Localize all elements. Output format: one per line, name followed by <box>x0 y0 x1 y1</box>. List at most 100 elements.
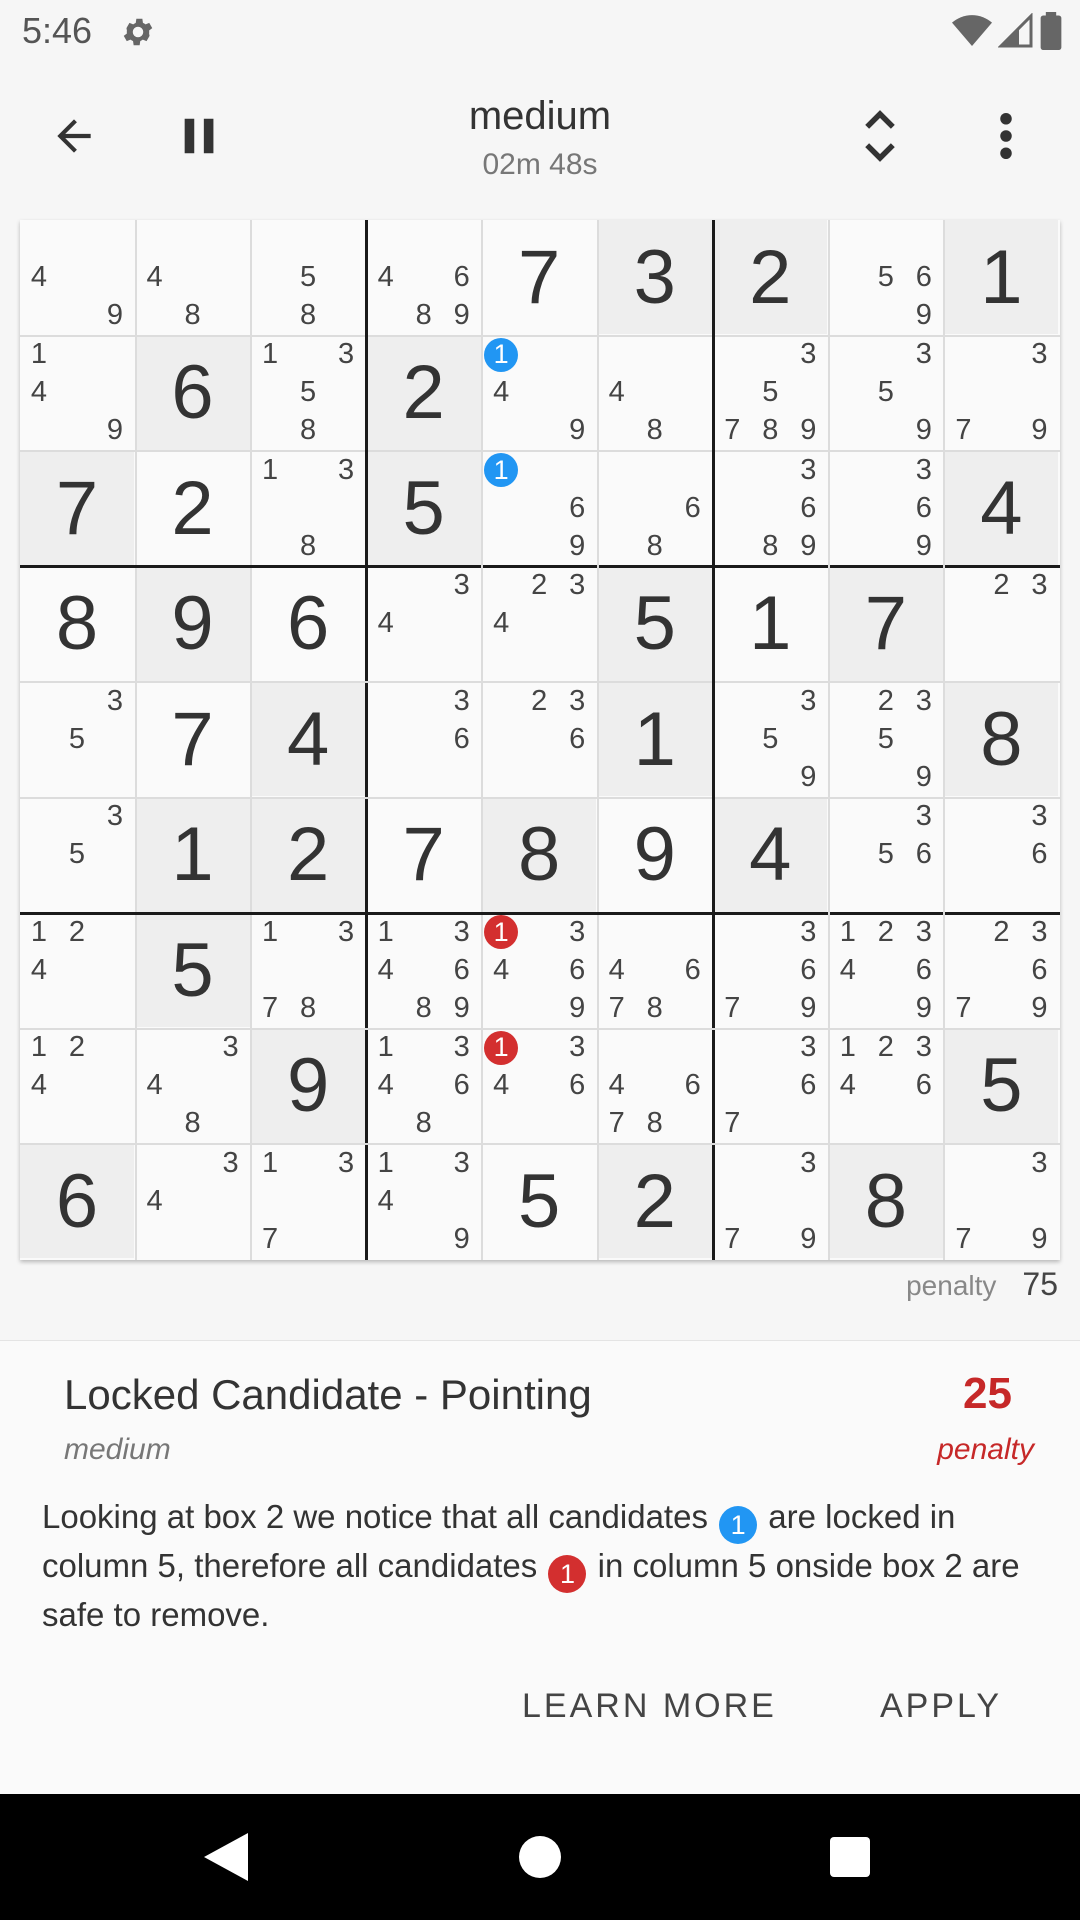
sudoku-cell[interactable]: 1 <box>597 682 712 797</box>
sudoku-cell[interactable]: 2 <box>713 220 828 334</box>
sudoku-cell[interactable]: 68 <box>597 451 712 566</box>
sudoku-cell[interactable]: 4 <box>713 797 828 912</box>
sudoku-cell[interactable]: 2 <box>251 797 366 912</box>
sudoku-cell[interactable]: 1 <box>135 797 250 912</box>
candidate-note: 8 <box>300 414 317 447</box>
sudoku-cell[interactable]: 3 689 <box>713 451 828 566</box>
sudoku-cell[interactable]: 23 4 <box>482 566 597 681</box>
sudoku-cell[interactable]: 35 <box>20 797 134 912</box>
sudoku-cell[interactable]: 34 <box>135 1144 250 1259</box>
sudoku-cell[interactable]: 1 <box>944 220 1059 334</box>
candidate-note: 4 <box>30 953 48 986</box>
sudoku-cell[interactable]: 7 <box>482 220 597 334</box>
sudoku-cell[interactable]: 5 <box>135 913 250 1028</box>
sudoku-cell[interactable]: 5 <box>482 1144 597 1259</box>
sudoku-cell[interactable]: 23 6 7 9 <box>944 913 1059 1028</box>
expand-collapse-button[interactable] <box>840 96 920 176</box>
sudoku-cell[interactable]: 35 <box>20 682 134 797</box>
sudoku-cell[interactable]: 6 <box>20 1144 134 1259</box>
sudoku-cell[interactable]: 3 7 9 <box>944 335 1059 450</box>
sudoku-cell[interactable]: 1 3 4 689 <box>366 913 481 1028</box>
sudoku-cell[interactable]: 124 <box>20 913 134 1028</box>
more-options-button[interactable] <box>966 96 1046 176</box>
sudoku-cell[interactable]: 23 6 <box>482 682 597 797</box>
sudoku-cell[interactable]: 3 6 7 9 <box>713 913 828 1028</box>
sudoku-cell[interactable]: 58 <box>251 220 366 334</box>
pause-button[interactable] <box>160 96 240 176</box>
sudoku-cell[interactable]: 3 6 9 <box>828 451 943 566</box>
learn-more-button[interactable]: LEARN MORE <box>522 1687 777 1726</box>
sudoku-cell[interactable]: 56 9 <box>828 220 943 334</box>
sudoku-cell[interactable]: 48 <box>135 220 250 334</box>
sudoku-cell[interactable]: 7 <box>366 797 481 912</box>
apply-button[interactable]: APPLY <box>880 1687 1002 1726</box>
cell-value: 7 <box>55 465 99 551</box>
sudoku-cell[interactable]: 1 3 4 6 <box>482 1028 597 1143</box>
sudoku-cell[interactable]: 5 <box>944 1028 1059 1143</box>
sudoku-cell[interactable]: 4 <box>251 682 366 797</box>
sudoku-cell[interactable]: 35789 <box>713 335 828 450</box>
sudoku-cell[interactable]: 4 <box>944 451 1059 566</box>
sudoku-cell[interactable]: 1 3 78 <box>251 913 366 1028</box>
sudoku-cell[interactable]: 4 6 78 <box>597 1028 712 1143</box>
sudoku-cell[interactable]: 123 4 6 9 <box>828 913 943 1028</box>
candidate-note: 7 <box>955 1222 972 1255</box>
sudoku-cell[interactable]: 1 <box>713 566 828 681</box>
nav-recents-button[interactable] <box>820 1827 880 1887</box>
sudoku-cell[interactable]: 124 <box>20 1028 134 1143</box>
sudoku-cell[interactable]: 48 <box>597 335 712 450</box>
back-button[interactable] <box>34 96 114 176</box>
candidate-note: 5 <box>877 838 894 871</box>
sudoku-cell[interactable]: 5 <box>366 451 481 566</box>
sudoku-cell[interactable]: 359 <box>828 335 943 450</box>
sudoku-cell[interactable]: 3 6 7 <box>713 1028 828 1143</box>
sudoku-cell[interactable]: 49 <box>20 220 134 334</box>
sudoku-cell[interactable]: 1 3 4 6 9 <box>482 913 597 1028</box>
candidate-note: 9 <box>800 760 817 793</box>
sudoku-cell[interactable]: 4 6 78 <box>597 913 712 1028</box>
sudoku-cell[interactable]: 7 <box>828 566 943 681</box>
sudoku-cell[interactable]: 4 689 <box>366 220 481 334</box>
sudoku-cell[interactable]: 7 <box>135 682 250 797</box>
sudoku-cell[interactable]: 34 <box>366 566 481 681</box>
penalty-total: penalty 75 <box>906 1266 1058 1303</box>
sudoku-cell[interactable]: 3 7 9 <box>944 1144 1059 1259</box>
sudoku-cell[interactable]: 3 <box>597 220 712 334</box>
sudoku-cell[interactable]: 1 6 9 <box>482 451 597 566</box>
sudoku-cell[interactable]: 356 <box>828 797 943 912</box>
candidate-note: 4 <box>146 260 163 293</box>
sudoku-cell[interactable]: 149 <box>482 335 597 450</box>
sudoku-cell[interactable]: 1 35 8 <box>251 335 366 450</box>
sudoku-cell[interactable]: 36 <box>366 682 481 797</box>
sudoku-cell[interactable]: 149 <box>20 335 134 450</box>
grid-line <box>596 220 599 1260</box>
sudoku-cell[interactable]: 2 <box>366 335 481 450</box>
sudoku-cell[interactable]: 1 3 4 68 <box>366 1028 481 1143</box>
sudoku-cell[interactable]: 3 48 <box>135 1028 250 1143</box>
sudoku-cell[interactable]: 2 <box>597 1144 712 1259</box>
sudoku-cell[interactable]: 123 4 6 <box>828 1028 943 1143</box>
sudoku-cell[interactable]: 6 <box>135 335 250 450</box>
sudoku-cell[interactable]: 5 <box>597 566 712 681</box>
sudoku-cell[interactable]: 9 <box>135 566 250 681</box>
sudoku-cell[interactable]: 2359 <box>828 682 943 797</box>
sudoku-cell[interactable]: 1 3 8 <box>251 451 366 566</box>
sudoku-cell[interactable]: 1 3 4 9 <box>366 1144 481 1259</box>
sudoku-cell[interactable]: 1 3 7 <box>251 1144 366 1259</box>
sudoku-cell[interactable]: 36 <box>944 797 1059 912</box>
sudoku-cell[interactable]: 8 <box>944 682 1059 797</box>
sudoku-cell[interactable]: 6 <box>251 566 366 681</box>
sudoku-cell[interactable]: 359 <box>713 682 828 797</box>
sudoku-cell[interactable]: 7 <box>20 451 134 566</box>
sudoku-cell[interactable]: 2 <box>135 451 250 566</box>
box-divider <box>365 220 369 1260</box>
sudoku-cell[interactable]: 9 <box>597 797 712 912</box>
nav-home-button[interactable] <box>510 1827 570 1887</box>
sudoku-cell[interactable]: 8 <box>482 797 597 912</box>
sudoku-cell[interactable]: 9 <box>251 1028 366 1143</box>
sudoku-cell[interactable]: 8 <box>828 1144 943 1259</box>
sudoku-cell[interactable]: 3 7 9 <box>713 1144 828 1259</box>
sudoku-cell[interactable]: 23 <box>944 566 1059 681</box>
nav-back-button[interactable] <box>196 1827 256 1887</box>
sudoku-cell[interactable]: 8 <box>20 566 134 681</box>
